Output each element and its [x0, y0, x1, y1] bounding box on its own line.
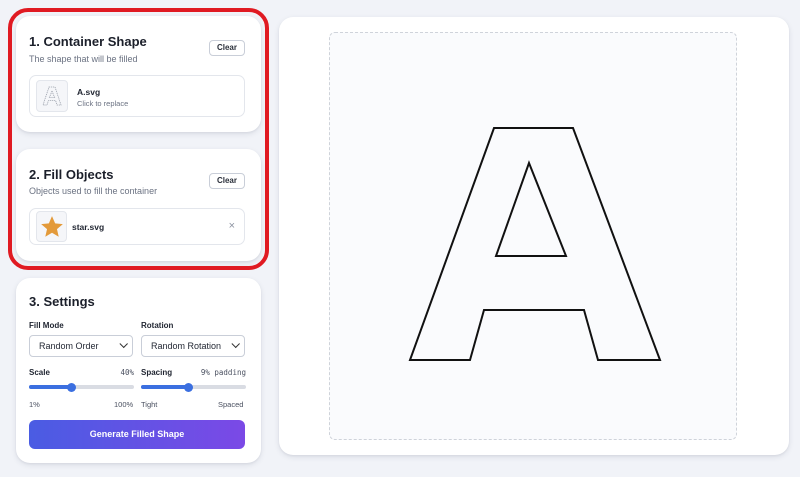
- preview-canvas[interactable]: [329, 32, 737, 440]
- container-file-row[interactable]: A.svg Click to replace: [29, 75, 245, 117]
- container-clear-button[interactable]: Clear: [208, 40, 245, 56]
- scale-label: Scale: [29, 368, 50, 377]
- fill-mode-select[interactable]: Random Order: [29, 335, 133, 357]
- container-file-hint: Click to replace: [77, 99, 129, 108]
- spacing-max-label: Spaced: [218, 400, 244, 409]
- scale-slider-handle[interactable]: [66, 382, 76, 392]
- scale-value: 40%: [120, 368, 134, 377]
- container-shape-subtitle: The shape that will be filled: [29, 54, 138, 64]
- rotation-value: Random Rotation: [151, 341, 222, 351]
- letter-a-thumbnail-icon: [36, 80, 68, 112]
- fill-object-name: star.svg: [72, 222, 105, 232]
- fill-objects-subtitle: Objects used to fill the container: [29, 186, 158, 196]
- spacing-slider-fill: [141, 385, 189, 389]
- spacing-value: 9% padding: [200, 368, 246, 377]
- container-file-name: A.svg: [77, 87, 101, 97]
- container-shape-title: 1. Container Shape: [29, 34, 147, 49]
- container-shape-preview: [408, 127, 662, 361]
- spacing-label: Spacing: [141, 368, 173, 377]
- scale-slider-fill: [29, 385, 71, 389]
- fill-objects-title: 2. Fill Objects: [29, 167, 114, 182]
- scale-min-label: 1%: [29, 400, 40, 409]
- scale-max-label: 100%: [114, 400, 134, 409]
- preview-card: [279, 17, 789, 455]
- remove-fill-object-icon[interactable]: ×: [229, 221, 235, 232]
- spacing-slider[interactable]: [141, 382, 246, 392]
- fill-mode-label: Fill Mode: [29, 321, 64, 330]
- container-shape-card: 1. Container Shape The shape that will b…: [16, 16, 261, 132]
- settings-title: 3. Settings: [29, 294, 95, 309]
- rotation-label: Rotation: [141, 321, 174, 330]
- fill-object-row[interactable]: star.svg ×: [29, 208, 245, 245]
- star-icon: [36, 211, 67, 242]
- rotation-select[interactable]: Random Rotation: [141, 335, 245, 357]
- generate-button[interactable]: Generate Filled Shape: [29, 420, 245, 449]
- chevron-down-icon: [119, 339, 128, 349]
- scale-slider[interactable]: [29, 382, 134, 392]
- fill-objects-card: 2. Fill Objects Objects used to fill the…: [16, 149, 261, 261]
- fill-mode-value: Random Order: [39, 341, 99, 351]
- chevron-down-icon: [231, 339, 240, 349]
- spacing-slider-handle[interactable]: [183, 382, 193, 392]
- spacing-min-label: Tight: [141, 400, 158, 409]
- fill-clear-button[interactable]: Clear: [208, 173, 245, 189]
